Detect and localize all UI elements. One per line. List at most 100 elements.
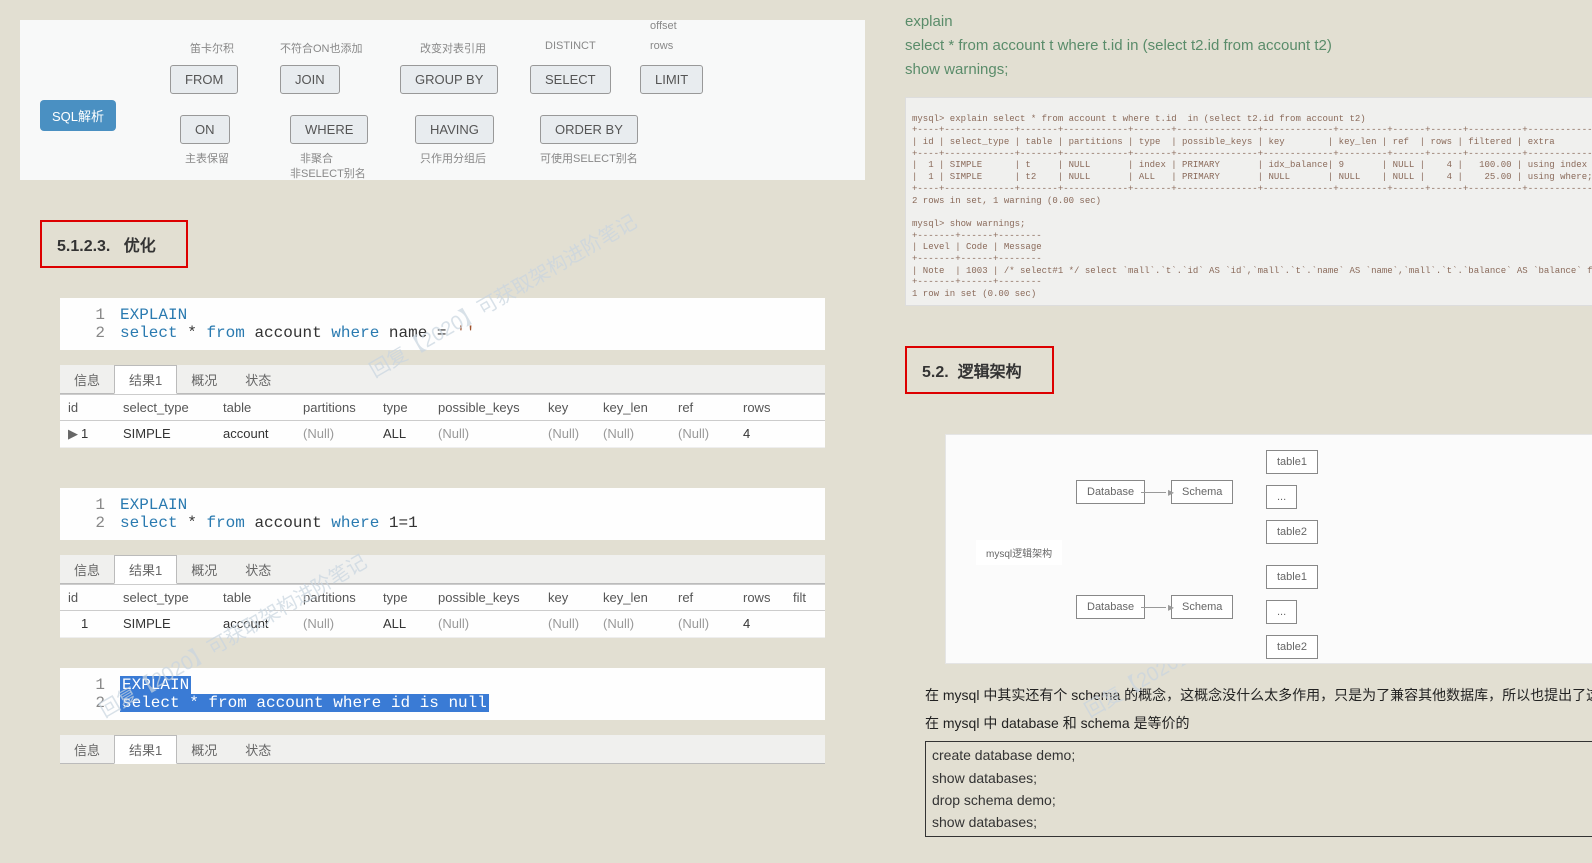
fc-limit: LIMIT xyxy=(640,65,703,94)
code-token: = xyxy=(437,324,447,342)
code-token: * xyxy=(187,514,197,532)
th: key xyxy=(540,395,595,420)
fc-groupby: GROUP BY xyxy=(400,65,498,94)
table-header: idselect_typetablepartitionstypepossible… xyxy=(60,394,825,421)
arch-schema: Schema xyxy=(1171,595,1233,619)
sec-num: 5.2. xyxy=(922,364,949,381)
th: table xyxy=(215,395,295,420)
arch-db: Database xyxy=(1076,595,1145,619)
sql-parse-flowchart: SQL解析 笛卡尔积 不符合ON也添加 改变对表引用 DISTINCT offs… xyxy=(20,20,865,180)
term-line: | id | select_type | table | partitions … xyxy=(912,137,1555,147)
sql-line: show warnings; xyxy=(905,58,1592,82)
logical-arch-diagram: mysql逻辑架构 Database Database Schema Schem… xyxy=(945,434,1592,664)
tab-result1[interactable]: 结果1 xyxy=(114,735,177,764)
th: partitions xyxy=(295,585,375,610)
th: possible_keys xyxy=(430,395,540,420)
fc-label: rows xyxy=(650,40,673,52)
term-line: | Note | 1003 | /* select#1 */ select `m… xyxy=(912,266,1592,276)
paragraph: 在 mysql 中 database 和 schema 是等价的 xyxy=(925,712,1592,736)
td: (Null) xyxy=(430,421,540,447)
tab-profile[interactable]: 概况 xyxy=(177,736,231,763)
sql-parse-badge: SQL解析 xyxy=(40,100,116,131)
td: (Null) xyxy=(540,611,595,637)
sql-line: select * from account t where t.id in (s… xyxy=(905,34,1592,58)
tab-result1[interactable]: 结果1 xyxy=(114,555,177,584)
row-indicator-icon: ▶ xyxy=(68,426,78,441)
term-line: 2 rows in set, 1 warning (0.00 sec) xyxy=(912,196,1101,206)
th: filt xyxy=(785,585,825,610)
code-token: EXPLAIN xyxy=(120,496,187,514)
th: id xyxy=(60,395,115,420)
watermark: 回复【2020】可获取架构进阶笔记 xyxy=(363,206,641,383)
arch-arrow xyxy=(1141,492,1166,493)
code-block-2: 1EXPLAIN 2 select * from account where 1… xyxy=(60,488,825,540)
th: key_len xyxy=(595,585,670,610)
td: 1 xyxy=(81,616,88,631)
td: 1 xyxy=(81,426,88,441)
td: (Null) xyxy=(540,421,595,447)
th: type xyxy=(375,395,430,420)
term-line: | Level | Code | Message xyxy=(912,242,1042,252)
term-line: 1 row in set (0.00 sec) xyxy=(912,289,1036,299)
tab-profile[interactable]: 概况 xyxy=(177,556,231,583)
fc-select: SELECT xyxy=(530,65,611,94)
th: rows xyxy=(735,585,785,610)
tab-info[interactable]: 信息 xyxy=(60,736,114,763)
explain-table-1: idselect_typetablepartitionstypepossible… xyxy=(60,394,825,448)
result-tabs-2: 信息 结果1 概况 状态 xyxy=(60,555,825,584)
code-token: EXPLAIN xyxy=(120,306,187,324)
tab-info[interactable]: 信息 xyxy=(60,556,114,583)
fc-label: 改变对表引用 xyxy=(420,40,486,56)
term-line: mysql> explain select * from account t w… xyxy=(912,114,1366,124)
cmd-line: show databases; xyxy=(932,811,1592,833)
td: (Null) xyxy=(595,421,670,447)
th: select_type xyxy=(115,585,215,610)
explain-table-2: idselect_typetablepartitionstypepossible… xyxy=(60,584,825,638)
fc-where: WHERE xyxy=(290,115,368,144)
td: account xyxy=(215,611,295,637)
fc-join: JOIN xyxy=(280,65,340,94)
table-row[interactable]: ▶1SIMPLEaccount(Null)ALL(Null)(Null)(Nul… xyxy=(60,611,825,638)
tab-result1[interactable]: 结果1 xyxy=(114,365,177,394)
code-token: name xyxy=(389,324,427,342)
code-token-highlight: EXPLAIN xyxy=(120,676,191,694)
result-tabs-3: 信息 结果1 概况 状态 xyxy=(60,735,825,764)
terminal-output: mysql> explain select * from account t w… xyxy=(905,97,1592,306)
th: table xyxy=(215,585,295,610)
table-row[interactable]: ▶1SIMPLEaccount(Null)ALL(Null)(Null)(Nul… xyxy=(60,421,825,448)
code-block-3: 1EXPLAIN 2select * from account where id… xyxy=(60,668,825,720)
commands-box: create database demo; show databases; dr… xyxy=(925,741,1592,837)
tab-status[interactable]: 状态 xyxy=(231,736,285,763)
td: SIMPLE xyxy=(115,611,215,637)
code-token: select xyxy=(120,324,178,342)
tab-profile[interactable]: 概况 xyxy=(177,366,231,393)
term-line: | 1 | SIMPLE | t | NULL | index | PRIMAR… xyxy=(912,160,1587,170)
th: key_len xyxy=(595,395,670,420)
th: key xyxy=(540,585,595,610)
tab-status[interactable]: 状态 xyxy=(231,556,285,583)
code-token: from xyxy=(206,324,244,342)
sec-title: 逻辑架构 xyxy=(958,364,1022,381)
cmd-line: create database demo; xyxy=(932,744,1592,766)
tab-info[interactable]: 信息 xyxy=(60,366,114,393)
sec-title: 优化 xyxy=(124,238,156,255)
sql-line: explain xyxy=(905,10,1592,34)
th: ref xyxy=(670,585,735,610)
term-line: mysql> show warnings; xyxy=(912,219,1025,229)
td: ALL xyxy=(375,421,430,447)
fc-label: 非SELECT别名 xyxy=(290,165,366,181)
td: (Null) xyxy=(430,611,540,637)
th: id xyxy=(60,585,115,610)
td: 4 xyxy=(735,421,785,447)
code-token: account xyxy=(254,324,321,342)
arch-db: Database xyxy=(1076,480,1145,504)
cmd-line: drop schema demo; xyxy=(932,789,1592,811)
td: 4 xyxy=(735,611,785,637)
code-token: where xyxy=(331,514,379,532)
fc-label: DISTINCT xyxy=(545,40,596,52)
tab-status[interactable]: 状态 xyxy=(231,366,285,393)
fc-label: 只作用分组后 xyxy=(420,150,486,166)
arch-table: table2 xyxy=(1266,635,1318,659)
code-token: account xyxy=(254,514,321,532)
th: rows xyxy=(735,395,785,420)
